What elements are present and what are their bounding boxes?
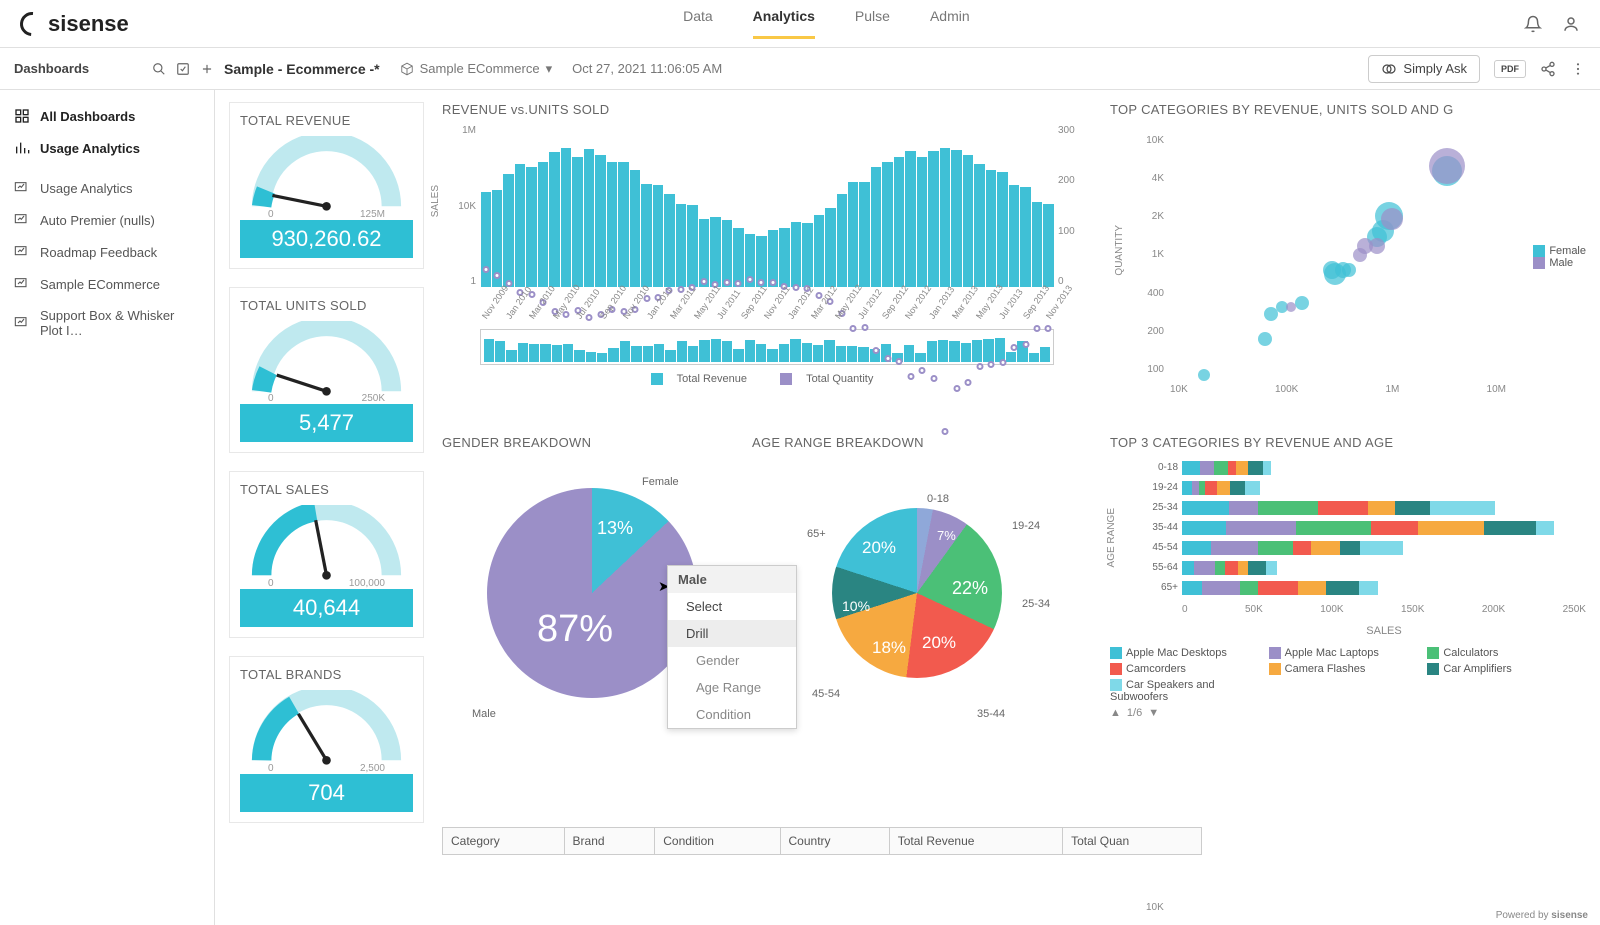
context-menu-header: Male: [668, 566, 796, 593]
stacked-legend: Apple Mac DesktopsApple Mac LaptopsCalcu…: [1110, 647, 1586, 703]
chart-icon: [14, 276, 30, 292]
table-header[interactable]: Category: [443, 828, 565, 855]
table-header[interactable]: Country: [780, 828, 889, 855]
gauge-arc: [240, 505, 413, 581]
stacked-bars[interactable]: 0-1819-2425-3435-4445-5455-6465+: [1134, 458, 1586, 598]
table-header[interactable]: Total Quan: [1063, 828, 1202, 855]
sidebar-item-sample-ecommerce[interactable]: Sample ECommerce: [0, 268, 214, 300]
datasource-picker[interactable]: Sample ECommerce ▾: [400, 61, 552, 77]
dashboard-name[interactable]: Sample - Ecommerce -*: [224, 61, 380, 77]
gauge-total-revenue[interactable]: TOTAL REVENUE 0125M 930,260.62: [229, 102, 424, 269]
powered-by: Powered by sisense: [1496, 910, 1588, 921]
chart-icon: [14, 212, 30, 228]
chart-legend: Total Revenue Total Quantity: [442, 365, 1092, 385]
context-menu: Male Select Drill Gender Age Range Condi…: [667, 565, 797, 729]
gauge-column: TOTAL REVENUE 0125M 930,260.62 TOTAL UNI…: [229, 102, 424, 873]
simply-ask-button[interactable]: Simply Ask: [1368, 55, 1480, 83]
lightbulb-icon: [1381, 61, 1397, 77]
plus-icon[interactable]: [200, 62, 214, 76]
sidebar-item-usage-analytics[interactable]: Usage Analytics: [0, 172, 214, 204]
chart-icon: [14, 315, 30, 331]
checkbox-icon[interactable]: [176, 62, 190, 76]
sub-header: Dashboards Sample - Ecommerce -* Sample …: [0, 48, 1600, 90]
bell-icon[interactable]: [1524, 15, 1542, 33]
nav-data[interactable]: Data: [683, 8, 713, 39]
cube-icon: [400, 62, 414, 76]
chevron-down-icon: ▾: [546, 61, 553, 77]
scatter-plot[interactable]: [1170, 135, 1506, 375]
scatter-legend: Female Male: [1533, 245, 1586, 269]
more-icon[interactable]: [1570, 61, 1586, 77]
user-icon[interactable]: [1562, 15, 1580, 33]
dashboard-body: TOTAL REVENUE 0125M 930,260.62 TOTAL UNI…: [215, 90, 1600, 925]
chart-icon: [14, 244, 30, 260]
legend-pager[interactable]: ▲ 1/6 ▼: [1110, 707, 1586, 719]
widget-top3-categories[interactable]: TOP 3 CATEGORIES BY REVENUE AND AGE AGE …: [1110, 435, 1586, 776]
share-icon[interactable]: [1540, 61, 1556, 77]
context-menu-select[interactable]: Select: [668, 593, 796, 620]
sidebar-title: Dashboards: [14, 61, 142, 76]
widget-data-table[interactable]: CategoryBrandConditionCountryTotal Reven…: [442, 827, 1586, 873]
top-nav: sisense Data Analytics Pulse Admin: [0, 0, 1600, 48]
build-timestamp: Oct 27, 2021 11:06:05 AM: [572, 61, 722, 76]
time-brush[interactable]: [480, 329, 1054, 365]
gauge-arc: [240, 136, 413, 212]
widget-scatter[interactable]: TOP CATEGORIES BY REVENUE, UNITS SOLD AN…: [1110, 102, 1586, 423]
table-header[interactable]: Condition: [655, 828, 780, 855]
widget-age-breakdown[interactable]: AGE RANGE BREAKDOWN 0-18 19-24 25-34 35-…: [752, 435, 1092, 776]
context-menu-condition[interactable]: Condition: [668, 701, 796, 728]
gauge-total-brands[interactable]: TOTAL BRANDS 02,500 704: [229, 656, 424, 823]
sidebar-item-auto-premier[interactable]: Auto Premier (nulls): [0, 204, 214, 236]
sidebar: All Dashboards Usage Analytics Usage Ana…: [0, 90, 215, 925]
widget-revenue-vs-units[interactable]: REVENUE vs.UNITS SOLD SALES 1M10K1 30020…: [442, 102, 1092, 423]
nav-tabs: Data Analytics Pulse Admin: [129, 8, 1524, 39]
context-menu-gender[interactable]: Gender: [668, 647, 796, 674]
pdf-button[interactable]: PDF: [1494, 60, 1526, 78]
logo-text: sisense: [48, 11, 129, 37]
nav-analytics[interactable]: Analytics: [753, 8, 815, 39]
logo-swirl-icon: [15, 7, 49, 41]
data-table[interactable]: CategoryBrandConditionCountryTotal Reven…: [442, 827, 1202, 855]
nav-pulse[interactable]: Pulse: [855, 8, 890, 39]
bars-icon: [14, 140, 30, 156]
chart-icon: [14, 180, 30, 196]
sidebar-item-roadmap[interactable]: Roadmap Feedback: [0, 236, 214, 268]
gauge-arc: [240, 690, 413, 766]
sidebar-item-all-dashboards[interactable]: All Dashboards: [0, 100, 214, 132]
context-menu-age-range[interactable]: Age Range: [668, 674, 796, 701]
sidebar-item-usage-analytics-pin[interactable]: Usage Analytics: [0, 132, 214, 164]
grid-icon: [14, 108, 30, 124]
widget-gender-breakdown[interactable]: GENDER BREAKDOWN Female Male 13% 87% ➤ M…: [442, 435, 752, 776]
rev-units-chart[interactable]: SALES 1M10K1 3002001000 Nov 2009Jan 2010…: [442, 125, 1092, 325]
pager-down-icon[interactable]: ▼: [1148, 707, 1159, 719]
table-header[interactable]: Total Revenue: [889, 828, 1062, 855]
context-menu-drill[interactable]: Drill: [668, 620, 796, 647]
sidebar-item-support-box[interactable]: Support Box & Whisker Plot I…: [0, 300, 214, 346]
pager-up-icon[interactable]: ▲: [1110, 707, 1121, 719]
gauge-total-units[interactable]: TOTAL UNITS SOLD 0250K 5,477: [229, 287, 424, 454]
gauge-arc: [240, 321, 413, 397]
logo: sisense: [20, 11, 129, 37]
search-icon[interactable]: [152, 62, 166, 76]
nav-admin[interactable]: Admin: [930, 8, 970, 39]
gauge-total-sales[interactable]: TOTAL SALES 0100,000 40,644: [229, 471, 424, 638]
table-header[interactable]: Brand: [564, 828, 655, 855]
